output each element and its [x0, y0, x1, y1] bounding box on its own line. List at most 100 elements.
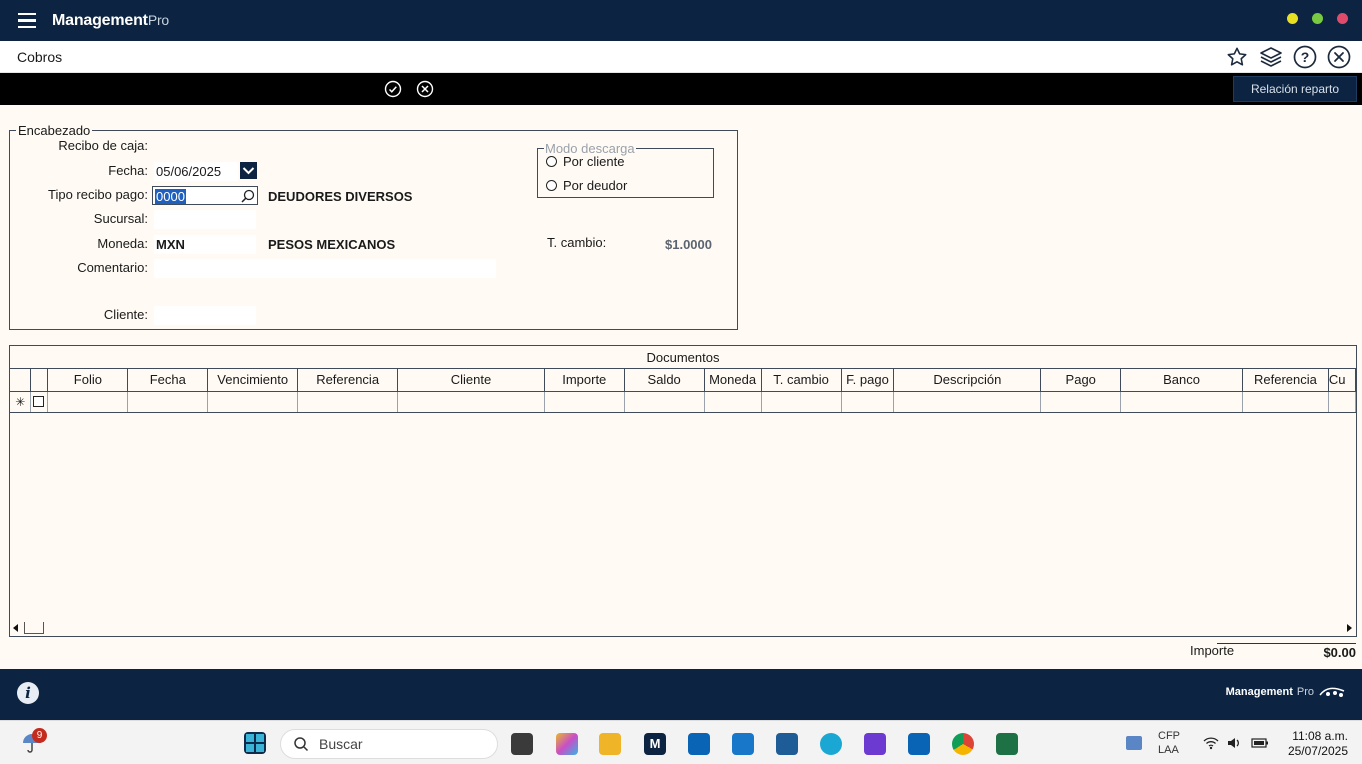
- table-cell[interactable]: [893, 391, 1042, 413]
- help-icon[interactable]: ?: [1292, 44, 1318, 70]
- table-cell[interactable]: [1328, 391, 1357, 413]
- column-header[interactable]: Saldo: [624, 369, 705, 392]
- info-icon[interactable]: i: [17, 682, 39, 704]
- wifi-icon[interactable]: [1203, 736, 1219, 750]
- weather-tray-icon[interactable]: [1126, 736, 1142, 750]
- notification-badge: 9: [32, 728, 47, 743]
- star-icon[interactable]: [1224, 44, 1250, 70]
- close-window-button[interactable]: [1337, 13, 1348, 24]
- table-cell[interactable]: [1120, 391, 1243, 413]
- cliente-field[interactable]: [154, 306, 256, 325]
- column-header[interactable]: Referencia: [297, 369, 399, 392]
- table-row[interactable]: ✳: [10, 391, 1357, 413]
- scroll-right-arrow[interactable]: [1347, 624, 1352, 632]
- search-icon[interactable]: [240, 188, 256, 204]
- table-cell[interactable]: [1242, 391, 1329, 413]
- importe-total-value: $0.00: [1217, 643, 1356, 660]
- sucursal-label: Sucursal:: [93, 211, 148, 226]
- maximize-button[interactable]: [1312, 13, 1323, 24]
- cliente-label: Cliente:: [103, 307, 148, 322]
- moneda-description: PESOS MEXICANOS: [268, 237, 396, 252]
- scroll-thumb[interactable]: [24, 622, 44, 634]
- minimize-button[interactable]: [1287, 13, 1298, 24]
- column-header[interactable]: Importe: [544, 369, 625, 392]
- management-pro-icon[interactable]: M: [644, 733, 666, 755]
- menu-icon[interactable]: [18, 12, 36, 29]
- date-picker-button[interactable]: [240, 162, 257, 179]
- column-header[interactable]: T. cambio: [761, 369, 842, 392]
- tcambio-value: $1.0000: [665, 237, 712, 252]
- table-cell[interactable]: [704, 391, 762, 413]
- header-actions: ?: [1224, 44, 1352, 70]
- column-header[interactable]: Vencimiento: [207, 369, 299, 392]
- start-icon[interactable]: [244, 732, 266, 754]
- app-icon[interactable]: [776, 733, 798, 755]
- checkbox-icon[interactable]: [33, 396, 45, 407]
- row-checkbox-cell[interactable]: [30, 391, 49, 413]
- volume-icon[interactable]: [1226, 736, 1242, 750]
- store-icon[interactable]: [732, 733, 754, 755]
- table-cell[interactable]: [207, 391, 299, 413]
- task-view-icon[interactable]: [511, 733, 533, 755]
- outlook-new-icon[interactable]: [908, 733, 930, 755]
- tray-indicator-line1: CFP: [1158, 730, 1180, 742]
- encabezado-legend: Encabezado: [18, 123, 91, 138]
- column-header[interactable]: Folio: [47, 369, 129, 392]
- tipo-recibo-value: 0000: [155, 189, 186, 204]
- scroll-left-arrow[interactable]: [13, 624, 18, 632]
- table-cell[interactable]: [1040, 391, 1122, 413]
- table-cell[interactable]: [127, 391, 209, 413]
- footer-logo-pro: Pro: [1296, 686, 1314, 698]
- accept-icon[interactable]: [384, 80, 402, 98]
- por-deudor-option[interactable]: Por deudor: [546, 178, 627, 193]
- copilot-icon[interactable]: [556, 733, 578, 755]
- sucursal-field[interactable]: [154, 210, 256, 229]
- chrome-icon[interactable]: [952, 733, 974, 755]
- column-header[interactable]: Fecha: [127, 369, 209, 392]
- moneda-field[interactable]: MXN: [154, 235, 256, 254]
- outlook-icon[interactable]: [688, 733, 710, 755]
- horizontal-scrollbar[interactable]: [10, 620, 1356, 636]
- layers-icon[interactable]: [1258, 44, 1284, 70]
- app-footer: i Management Pro: [0, 669, 1362, 720]
- battery-icon[interactable]: [1251, 736, 1268, 750]
- excel-icon[interactable]: [996, 733, 1018, 755]
- column-header[interactable]: Banco: [1120, 369, 1243, 392]
- table-cell[interactable]: [841, 391, 895, 413]
- page-header: Cobros ?: [0, 41, 1362, 73]
- fecha-field[interactable]: 05/06/2025: [154, 162, 238, 181]
- table-cell[interactable]: [624, 391, 705, 413]
- table-cell[interactable]: [47, 391, 129, 413]
- taskbar-search[interactable]: Buscar: [280, 729, 498, 759]
- column-header[interactable]: Cu: [1328, 369, 1357, 392]
- tcambio-label: T. cambio:: [547, 235, 607, 250]
- footer-logo-main: Management: [1225, 686, 1293, 698]
- relacion-reparto-button[interactable]: Relación reparto: [1233, 76, 1357, 102]
- chevron-down-icon: [242, 167, 255, 175]
- column-header[interactable]: F. pago: [841, 369, 895, 392]
- radio-icon[interactable]: [546, 180, 557, 191]
- table-cell[interactable]: [544, 391, 625, 413]
- column-header[interactable]: Cliente: [397, 369, 545, 392]
- table-cell[interactable]: [397, 391, 545, 413]
- search-placeholder: Buscar: [319, 736, 363, 752]
- radio-icon[interactable]: [546, 156, 557, 167]
- app-icon[interactable]: [864, 733, 886, 755]
- column-header[interactable]: Referencia: [1242, 369, 1329, 392]
- taskbar-clock[interactable]: 11:08 a.m. 25/07/2025: [1288, 729, 1348, 759]
- tipo-recibo-label: Tipo recibo pago:: [48, 187, 148, 202]
- select-header: [30, 369, 49, 392]
- comentario-field[interactable]: [154, 259, 496, 278]
- column-header[interactable]: Descripción: [893, 369, 1042, 392]
- page-title: Cobros: [17, 48, 63, 65]
- column-header[interactable]: Moneda: [704, 369, 762, 392]
- edge-icon[interactable]: [820, 733, 842, 755]
- column-header[interactable]: Pago: [1040, 369, 1122, 392]
- por-cliente-option[interactable]: Por cliente: [546, 154, 624, 169]
- file-explorer-icon[interactable]: [599, 733, 621, 755]
- cancel-icon[interactable]: [416, 80, 434, 98]
- close-circle-icon[interactable]: [1326, 44, 1352, 70]
- table-cell[interactable]: [761, 391, 842, 413]
- table-cell[interactable]: [297, 391, 399, 413]
- row-indicator-header: [10, 369, 32, 392]
